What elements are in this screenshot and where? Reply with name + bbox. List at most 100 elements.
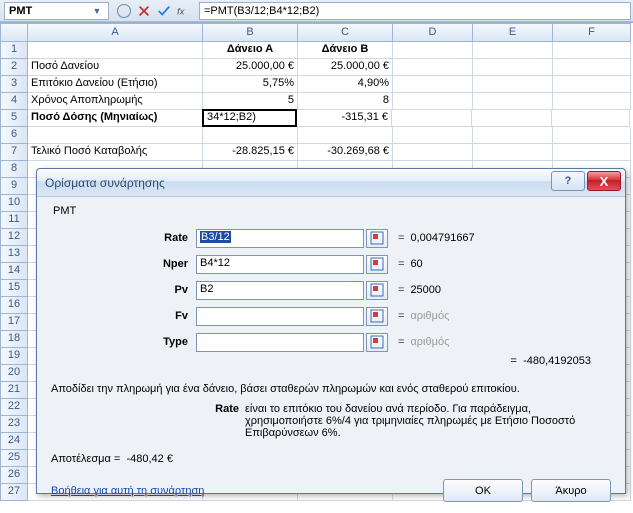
row-header[interactable]: 27 xyxy=(0,484,28,501)
row-header[interactable]: 24 xyxy=(0,433,28,450)
arg-type-range-selector[interactable] xyxy=(366,333,388,352)
cell[interactable] xyxy=(473,127,553,144)
cell[interactable] xyxy=(473,76,553,93)
cell[interactable] xyxy=(28,42,203,59)
select-all-corner[interactable] xyxy=(0,23,28,42)
name-box[interactable]: PMT ▼ xyxy=(4,2,109,20)
col-header[interactable]: A xyxy=(28,23,203,42)
cancel-button[interactable]: Άκυρο xyxy=(531,479,611,502)
arg-nper-range-selector[interactable] xyxy=(366,255,388,274)
cell[interactable]: Ποσό Δανείου xyxy=(28,59,203,76)
dialog-titlebar[interactable]: Ορίσματα συνάρτησης ? X xyxy=(37,169,625,197)
formula-bar[interactable]: =PMT(B3/12;B4*12;B2) xyxy=(199,2,631,20)
cell[interactable] xyxy=(393,144,473,161)
cell[interactable] xyxy=(553,76,631,93)
ok-button[interactable]: OK xyxy=(443,479,523,502)
cell[interactable] xyxy=(392,110,472,127)
row-header[interactable]: 5 xyxy=(0,110,28,127)
cell[interactable] xyxy=(393,127,473,144)
row-header[interactable]: 23 xyxy=(0,416,28,433)
row-header[interactable]: 16 xyxy=(0,297,28,314)
cell[interactable] xyxy=(28,127,203,144)
fx-icon[interactable]: fx xyxy=(177,4,191,18)
cell[interactable] xyxy=(553,127,631,144)
col-header[interactable]: E xyxy=(473,23,553,42)
cell[interactable] xyxy=(473,42,553,59)
row-header[interactable]: 15 xyxy=(0,280,28,297)
enter-formula-icon[interactable] xyxy=(157,4,171,18)
cell[interactable] xyxy=(553,93,631,110)
cell[interactable] xyxy=(553,59,631,76)
cell[interactable] xyxy=(393,76,473,93)
row-header[interactable]: 1 xyxy=(0,42,28,59)
cancel-formula-icon[interactable] xyxy=(137,4,151,18)
row-header[interactable]: 4 xyxy=(0,93,28,110)
col-header[interactable]: B xyxy=(203,23,298,42)
cell[interactable]: 8 xyxy=(298,93,393,110)
cell[interactable]: -28.825,15 € xyxy=(203,144,298,161)
row-header[interactable]: 21 xyxy=(0,382,28,399)
arg-rate-range-selector[interactable] xyxy=(366,229,388,248)
row-header[interactable]: 17 xyxy=(0,314,28,331)
arg-rate-input[interactable]: B3/12 xyxy=(196,229,364,248)
cell[interactable] xyxy=(472,110,552,127)
cell[interactable]: Ποσό Δόσης (Μηνιαίως) xyxy=(28,110,203,127)
col-header[interactable]: F xyxy=(553,23,631,42)
cell[interactable]: Χρόνος Αποπληρωμής xyxy=(28,93,203,110)
cell[interactable] xyxy=(553,144,631,161)
cell[interactable]: 34*12;B2) xyxy=(202,109,297,127)
row-header[interactable]: 20 xyxy=(0,365,28,382)
arg-pv-range-selector[interactable] xyxy=(366,281,388,300)
cell[interactable]: Επιτόκιο Δανείου (Ετήσιο) xyxy=(28,76,203,93)
cell[interactable]: Δάνειο Β xyxy=(298,42,393,59)
arg-pv-input[interactable]: B2 xyxy=(196,281,364,300)
row-header[interactable]: 7 xyxy=(0,144,28,161)
row-header[interactable]: 3 xyxy=(0,76,28,93)
row-header[interactable]: 6 xyxy=(0,127,28,144)
cell[interactable] xyxy=(393,59,473,76)
cell[interactable]: 4,90% xyxy=(298,76,393,93)
cell[interactable] xyxy=(473,59,553,76)
cell[interactable] xyxy=(553,42,631,59)
arg-fv-range-selector[interactable] xyxy=(366,307,388,326)
row-header[interactable]: 25 xyxy=(0,450,28,467)
cell[interactable] xyxy=(473,144,553,161)
row-header[interactable]: 11 xyxy=(0,212,28,229)
row-header[interactable]: 2 xyxy=(0,59,28,76)
row-header[interactable]: 14 xyxy=(0,263,28,280)
arg-fv-input[interactable] xyxy=(196,307,364,326)
cell[interactable] xyxy=(203,127,298,144)
row-header[interactable]: 18 xyxy=(0,331,28,348)
row-header[interactable]: 19 xyxy=(0,348,28,365)
function-arguments-dialog: Ορίσματα συνάρτησης ? X PMT Rate B3/12 =… xyxy=(36,168,626,494)
col-header[interactable]: C xyxy=(298,23,393,42)
arg-type-input[interactable] xyxy=(196,333,364,352)
cell[interactable] xyxy=(298,127,393,144)
cell[interactable]: 5 xyxy=(203,93,298,110)
cell[interactable] xyxy=(393,93,473,110)
cell[interactable]: -315,31 € xyxy=(297,110,392,127)
dialog-help-button[interactable]: ? xyxy=(551,171,585,191)
cell[interactable]: 5,75% xyxy=(203,76,298,93)
cell[interactable]: -30.269,68 € xyxy=(298,144,393,161)
cell[interactable] xyxy=(473,93,553,110)
arg-rate-result: 0,004791667 xyxy=(410,232,474,244)
cell[interactable] xyxy=(393,42,473,59)
cell[interactable] xyxy=(552,110,630,127)
row-header[interactable]: 26 xyxy=(0,467,28,484)
dialog-close-button[interactable]: X xyxy=(587,171,621,191)
row-header[interactable]: 13 xyxy=(0,246,28,263)
cell[interactable]: 25.000,00 € xyxy=(203,59,298,76)
col-header[interactable]: D xyxy=(393,23,473,42)
cell[interactable]: Δάνειο Α xyxy=(203,42,298,59)
name-box-dropdown-icon[interactable]: ▼ xyxy=(90,4,104,18)
cell[interactable]: 25.000,00 € xyxy=(298,59,393,76)
row-header[interactable]: 22 xyxy=(0,399,28,416)
row-header[interactable]: 10 xyxy=(0,195,28,212)
row-header[interactable]: 8 xyxy=(0,161,28,178)
row-header[interactable]: 9 xyxy=(0,178,28,195)
arg-nper-input[interactable]: B4*12 xyxy=(196,255,364,274)
cell[interactable]: Τελικό Ποσό Καταβολής xyxy=(28,144,203,161)
row-header[interactable]: 12 xyxy=(0,229,28,246)
help-link[interactable]: Βοήθεια για αυτή τη συνάρτηση xyxy=(51,485,204,497)
